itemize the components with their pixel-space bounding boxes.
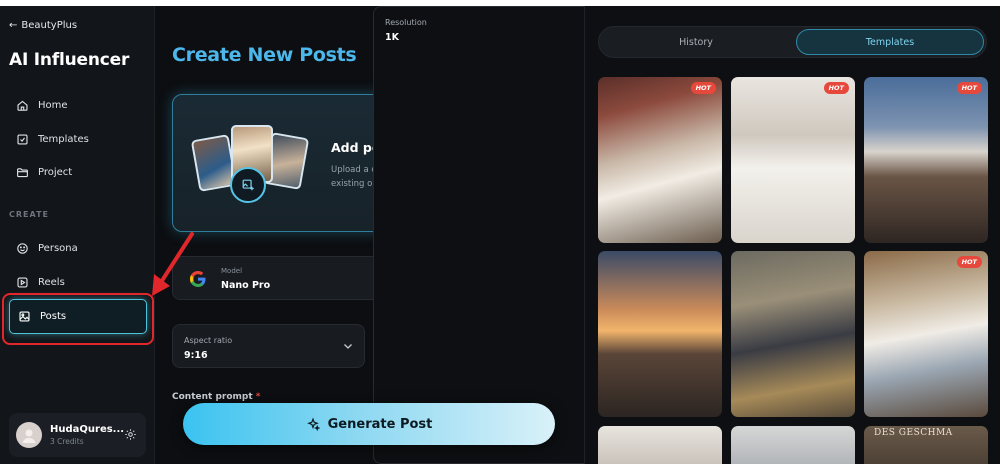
template-thumbnail[interactable]	[731, 426, 855, 464]
home-icon	[17, 100, 28, 111]
template-grid: HOT HOT HOT HOT DES GESCHMA	[598, 77, 988, 464]
user-info: HudaQures... 3 Credits	[50, 424, 124, 446]
red-arrow-annotation	[152, 232, 194, 296]
storefront-sign-text: DES GESCHMA	[874, 428, 953, 438]
user-credits: 3 Credits	[50, 437, 84, 446]
app-window: ← BeautyPlus AI Influencer Home Template…	[0, 6, 1000, 464]
hot-badge: HOT	[956, 256, 982, 268]
sparkle-icon	[306, 417, 320, 431]
add-image-icon	[242, 179, 254, 191]
gear-icon[interactable]	[124, 428, 137, 441]
sidebar-item-label: Home	[38, 99, 68, 111]
add-photo-badge	[230, 167, 266, 203]
aspect-ratio-dropdown[interactable]: Aspect ratio 9:16	[172, 324, 365, 368]
sidebar-item-persona[interactable]: Persona	[16, 239, 78, 257]
back-label: BeautyPlus	[21, 20, 78, 31]
template-thumbnail[interactable]: DES GESCHMA	[864, 426, 988, 464]
app-title: AI Influencer	[9, 50, 130, 70]
hot-badge: HOT	[690, 82, 716, 94]
template-thumbnail[interactable]: HOT	[864, 77, 988, 243]
required-mark: *	[255, 392, 261, 402]
page-title: Create New Posts	[172, 44, 357, 66]
tab-bar: History Templates	[598, 26, 987, 58]
generate-post-label: Generate Post	[327, 416, 433, 432]
sidebar-item-label: Reels	[38, 276, 65, 288]
posts-highlight-annotation	[2, 293, 154, 345]
sidebar-item-templates[interactable]: Templates	[16, 130, 89, 148]
model-label: Model	[221, 267, 243, 275]
persona-photo-stack	[190, 125, 310, 205]
template-thumbnail[interactable]	[731, 251, 855, 417]
arrow-left-icon: ←	[9, 20, 18, 31]
avatar	[16, 422, 42, 448]
sidebar-item-label: Persona	[38, 242, 78, 254]
play-icon	[17, 276, 28, 288]
sidebar-item-label: Templates	[38, 133, 89, 145]
tab-history[interactable]: History	[601, 29, 791, 55]
generate-post-button[interactable]: Generate Post	[183, 403, 555, 445]
chevron-down-icon	[344, 344, 352, 349]
smile-icon	[17, 242, 28, 254]
template-thumbnail[interactable]: HOT	[731, 77, 855, 243]
right-panel: History Templates HOT HOT HOT HOT DES GE…	[585, 6, 1000, 464]
resolution-label: Resolution	[385, 18, 427, 27]
model-value: Nano Pro	[221, 280, 271, 291]
sidebar-item-home[interactable]: Home	[16, 96, 68, 114]
folder-icon	[17, 167, 28, 177]
template-thumbnail[interactable]	[598, 426, 722, 464]
templates-icon	[17, 133, 28, 145]
main-panel: Create New Posts Add persona * Upload a …	[156, 6, 788, 464]
template-thumbnail[interactable]: HOT	[598, 77, 722, 243]
resolution-value: 1K	[385, 32, 399, 43]
sidebar-item-project[interactable]: Project	[16, 163, 72, 181]
hot-badge: HOT	[956, 82, 982, 94]
back-link[interactable]: ← BeautyPlus	[9, 20, 77, 31]
aspect-ratio-value: 9:16	[184, 350, 208, 361]
sidebar-item-reels[interactable]: Reels	[16, 273, 65, 291]
template-thumbnail[interactable]: HOT	[864, 251, 988, 417]
user-name: HudaQures...	[50, 424, 125, 435]
sidebar-item-label: Project	[38, 166, 73, 178]
aspect-ratio-label: Aspect ratio	[184, 336, 233, 345]
user-silhouette-icon	[22, 429, 36, 443]
content-prompt-label-text: Content prompt	[172, 392, 253, 402]
content-prompt-label: Content prompt *	[172, 392, 261, 402]
user-card[interactable]: HudaQures... 3 Credits	[9, 413, 146, 457]
section-label-create: CREATE	[9, 210, 49, 219]
template-thumbnail[interactable]	[598, 251, 722, 417]
hot-badge: HOT	[823, 82, 849, 94]
sidebar: ← BeautyPlus AI Influencer Home Template…	[0, 6, 155, 464]
tab-templates[interactable]: Templates	[796, 29, 984, 55]
